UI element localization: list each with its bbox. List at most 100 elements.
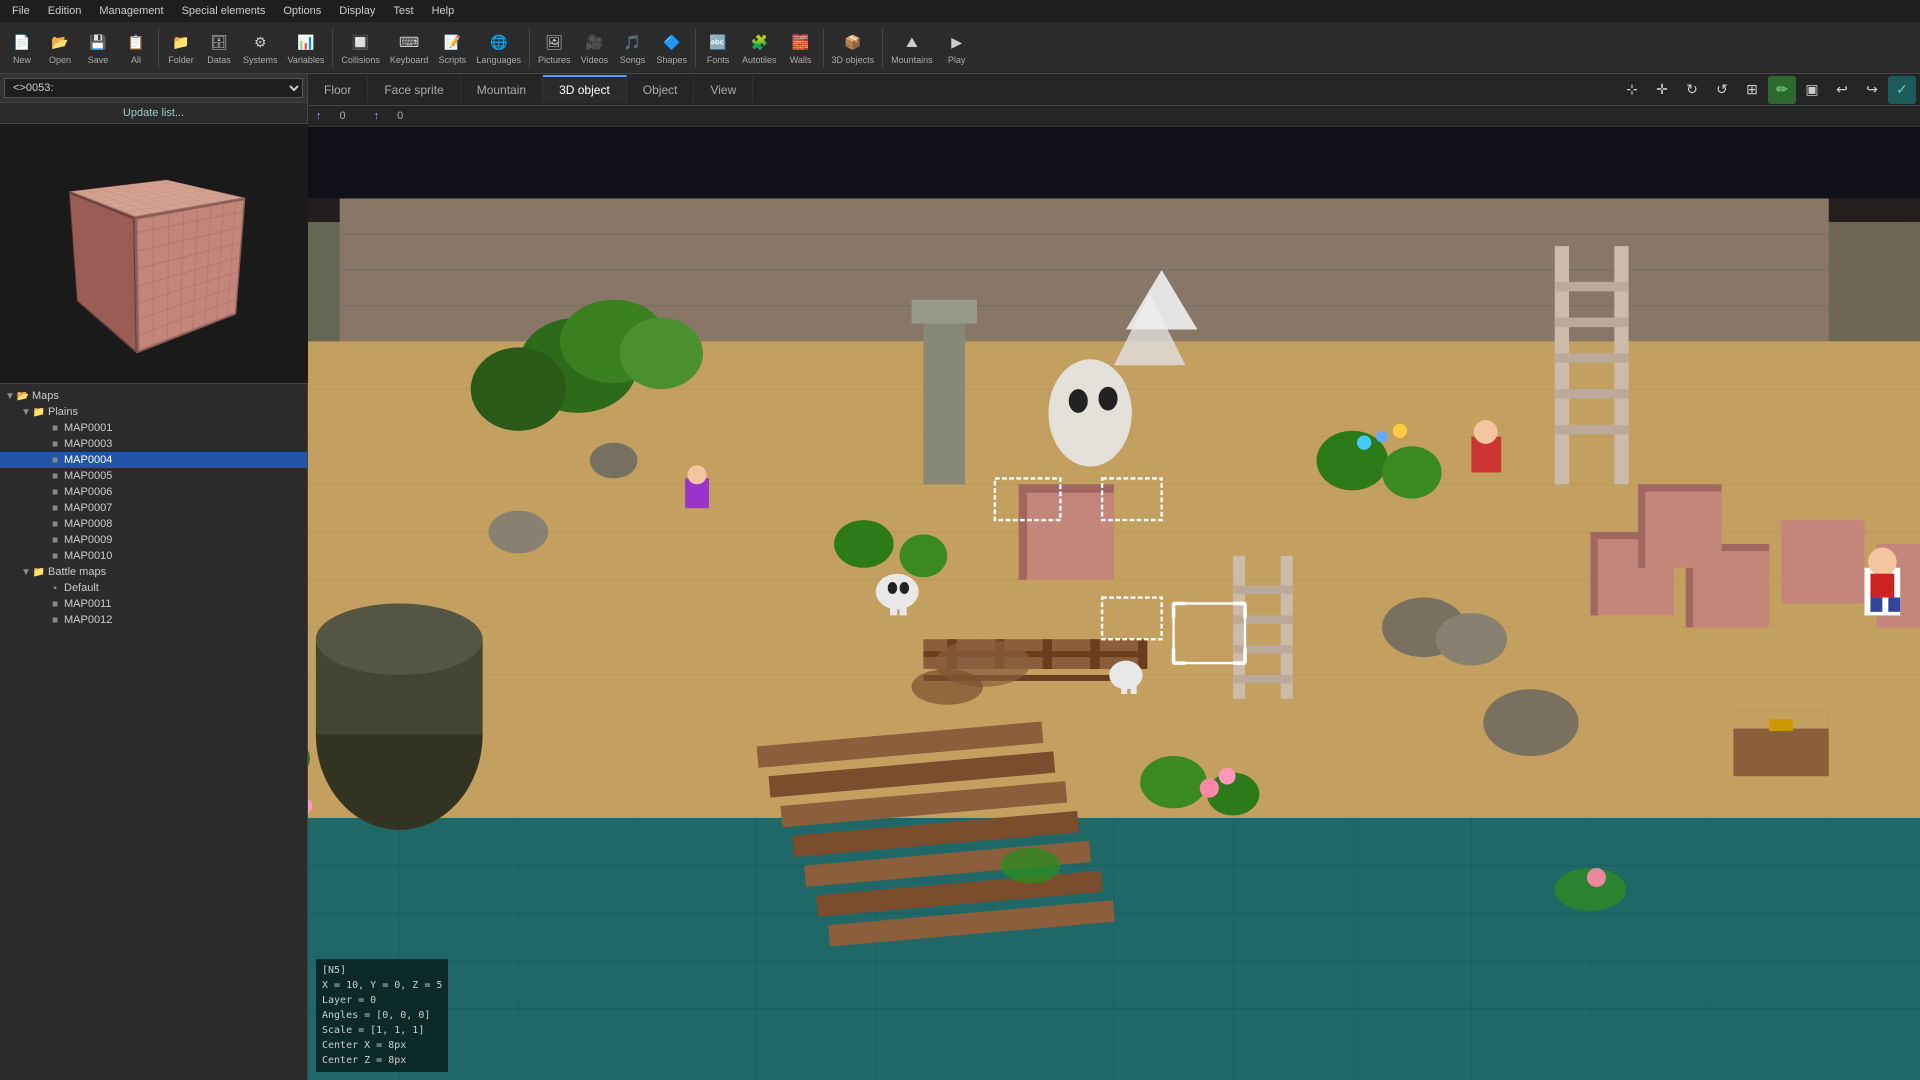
tree-label: MAP0012 [62,614,112,626]
tree-label: Maps [30,390,59,402]
tab-3d-object[interactable]: 3D object [543,75,627,103]
toolbar-btn-datas[interactable]: 🗄Datas [201,28,237,67]
datas-icon: 🗄 [207,30,231,54]
toolbar-btn-pictures[interactable]: 🖼Pictures [534,28,575,67]
menu-item-management[interactable]: Management [91,3,171,19]
toolbar-btn-new[interactable]: 📄New [4,28,40,67]
coord-y-value: 0 [397,110,403,122]
tree-item-map0012[interactable]: ■MAP0012 [0,612,307,628]
toolbar-btn-videos[interactable]: 🎥Videos [576,28,612,67]
toolbar-btn-3dobjects[interactable]: 📦3D objects [828,28,879,67]
fonts-label: Fonts [707,55,730,65]
coord-up-arrow2: ↑ [374,110,380,122]
tool-btn-draw[interactable]: ✏ [1768,76,1796,104]
tree-item-default[interactable]: ▪Default [0,580,307,596]
menu-item-options[interactable]: Options [275,3,329,19]
info-line6: Center X = 8px [322,1038,442,1053]
tree-item-map0004[interactable]: ■MAP0004 [0,452,307,468]
toolbar-btn-songs[interactable]: 🎵Songs [614,28,650,67]
languages-icon: 🌐 [487,30,511,54]
cube-face-front [134,197,245,353]
menu-item-test[interactable]: Test [385,3,421,19]
tree-item-map0010[interactable]: ■MAP0010 [0,548,307,564]
menu-item-display[interactable]: Display [331,3,383,19]
songs-label: Songs [620,55,646,65]
map-selector-dropdown[interactable]: <>0053: [4,78,303,98]
tool-btn-rotate-x[interactable]: ↻ [1678,76,1706,104]
toolbar-btn-play[interactable]: ▶Play [939,28,975,67]
left-panel: <>0053: Update list... ▼📂Maps▼📁Plains■MA… [0,74,308,1080]
tab-object[interactable]: Object [627,77,695,103]
toolbar-btn-mountains[interactable]: ⛰Mountains [887,28,937,67]
tree-item-map0007[interactable]: ■MAP0007 [0,500,307,516]
tree-item-map0006[interactable]: ■MAP0006 [0,484,307,500]
tree-label: Plains [46,406,78,418]
toolbar-btn-fonts[interactable]: 🔤Fonts [700,28,736,67]
info-line7: Center Z = 8px [322,1053,442,1068]
menu-item-edition[interactable]: Edition [40,3,90,19]
toolbar-btn-autotiles[interactable]: 🧩Autotiles [738,28,781,67]
tree-item-maps-root[interactable]: ▼📂Maps [0,388,307,404]
toolbar-btn-folder[interactable]: 📁Folder [163,28,199,67]
tab-mountain[interactable]: Mountain [461,77,543,103]
tree-item-map0009[interactable]: ■MAP0009 [0,532,307,548]
menubar: FileEditionManagementSpecial elementsOpt… [0,0,1920,22]
videos-label: Videos [581,55,608,65]
tree-item-map0008[interactable]: ■MAP0008 [0,516,307,532]
toolbar-btn-shapes[interactable]: 🔷Shapes [652,28,691,67]
tool-btn-rotate-y[interactable]: ↺ [1708,76,1736,104]
tree-item-map0005[interactable]: ■MAP0005 [0,468,307,484]
tree-toggle: ▼ [20,567,32,578]
collisions-label: Collisions [341,55,380,65]
tree-item-map0011[interactable]: ■MAP0011 [0,596,307,612]
tool-btn-undo[interactable]: ↩ [1828,76,1856,104]
toolbar-btn-save[interactable]: 💾Save [80,28,116,67]
tree-item-map0003[interactable]: ■MAP0003 [0,436,307,452]
tab-face-sprite[interactable]: Face sprite [368,77,460,103]
tool-btn-confirm[interactable]: ✓ [1888,76,1916,104]
datas-label: Datas [207,55,231,65]
tool-btn-select[interactable]: ⊹ [1618,76,1646,104]
toolbar-separator [529,28,530,68]
menu-item-help[interactable]: Help [424,3,463,19]
toolbar-btn-scripts[interactable]: 📝Scripts [434,28,470,67]
coords-bar: ↑ 0 ↑ 0 [308,106,1920,127]
map-scene [308,127,1920,1080]
toolbar-btn-all[interactable]: 📋All [118,28,154,67]
open-label: Open [49,55,71,65]
info-line5: Scale = [1, 1, 1] [322,1023,442,1038]
update-list-button[interactable]: Update list... [0,103,307,124]
menu-item-file[interactable]: File [4,3,38,19]
coord-up-arrow: ↑ [316,110,322,122]
save-label: Save [88,55,109,65]
map-canvas[interactable]: [N5] X = 10, Y = 0, Z = 5 Layer = 0 Angl… [308,127,1920,1080]
tree-item-map0001[interactable]: ■MAP0001 [0,420,307,436]
folder-icon: 📁 [169,30,193,54]
tree-item-plains[interactable]: ▼📁Plains [0,404,307,420]
info-overlay: [N5] X = 10, Y = 0, Z = 5 Layer = 0 Angl… [316,959,448,1072]
play-icon: ▶ [945,30,969,54]
tab-bar: FloorFace spriteMountain3D objectObjectV… [308,74,1920,106]
tree-item-battle-maps[interactable]: ▼📁Battle maps [0,564,307,580]
tool-btn-redo[interactable]: ↪ [1858,76,1886,104]
toolbar-btn-open[interactable]: 📂Open [42,28,78,67]
toolbar-btn-collisions[interactable]: 🔲Collisions [337,28,384,67]
play-label: Play [948,55,966,65]
right-panel: FloorFace spriteMountain3D objectObjectV… [308,74,1920,1080]
tool-btn-translate[interactable]: ✛ [1648,76,1676,104]
toolbar-btn-systems[interactable]: ⚙Systems [239,28,282,67]
toolbar-btn-walls[interactable]: 🧱Walls [783,28,819,67]
pictures-icon: 🖼 [542,30,566,54]
tab-view[interactable]: View [694,77,753,103]
menu-item-special elements[interactable]: Special elements [174,3,274,19]
3d-preview [0,124,308,384]
tab-floor[interactable]: Floor [308,77,368,103]
tool-btn-fill[interactable]: ▣ [1798,76,1826,104]
tool-btn-scale[interactable]: ⊞ [1738,76,1766,104]
toolbar-btn-keyboard[interactable]: ⌨Keyboard [386,28,433,67]
toolbar-separator [882,28,883,68]
toolbar-separator [695,28,696,68]
new-label: New [13,55,31,65]
toolbar-btn-variables[interactable]: 📊Variables [284,28,329,67]
toolbar-btn-languages[interactable]: 🌐Languages [472,28,525,67]
